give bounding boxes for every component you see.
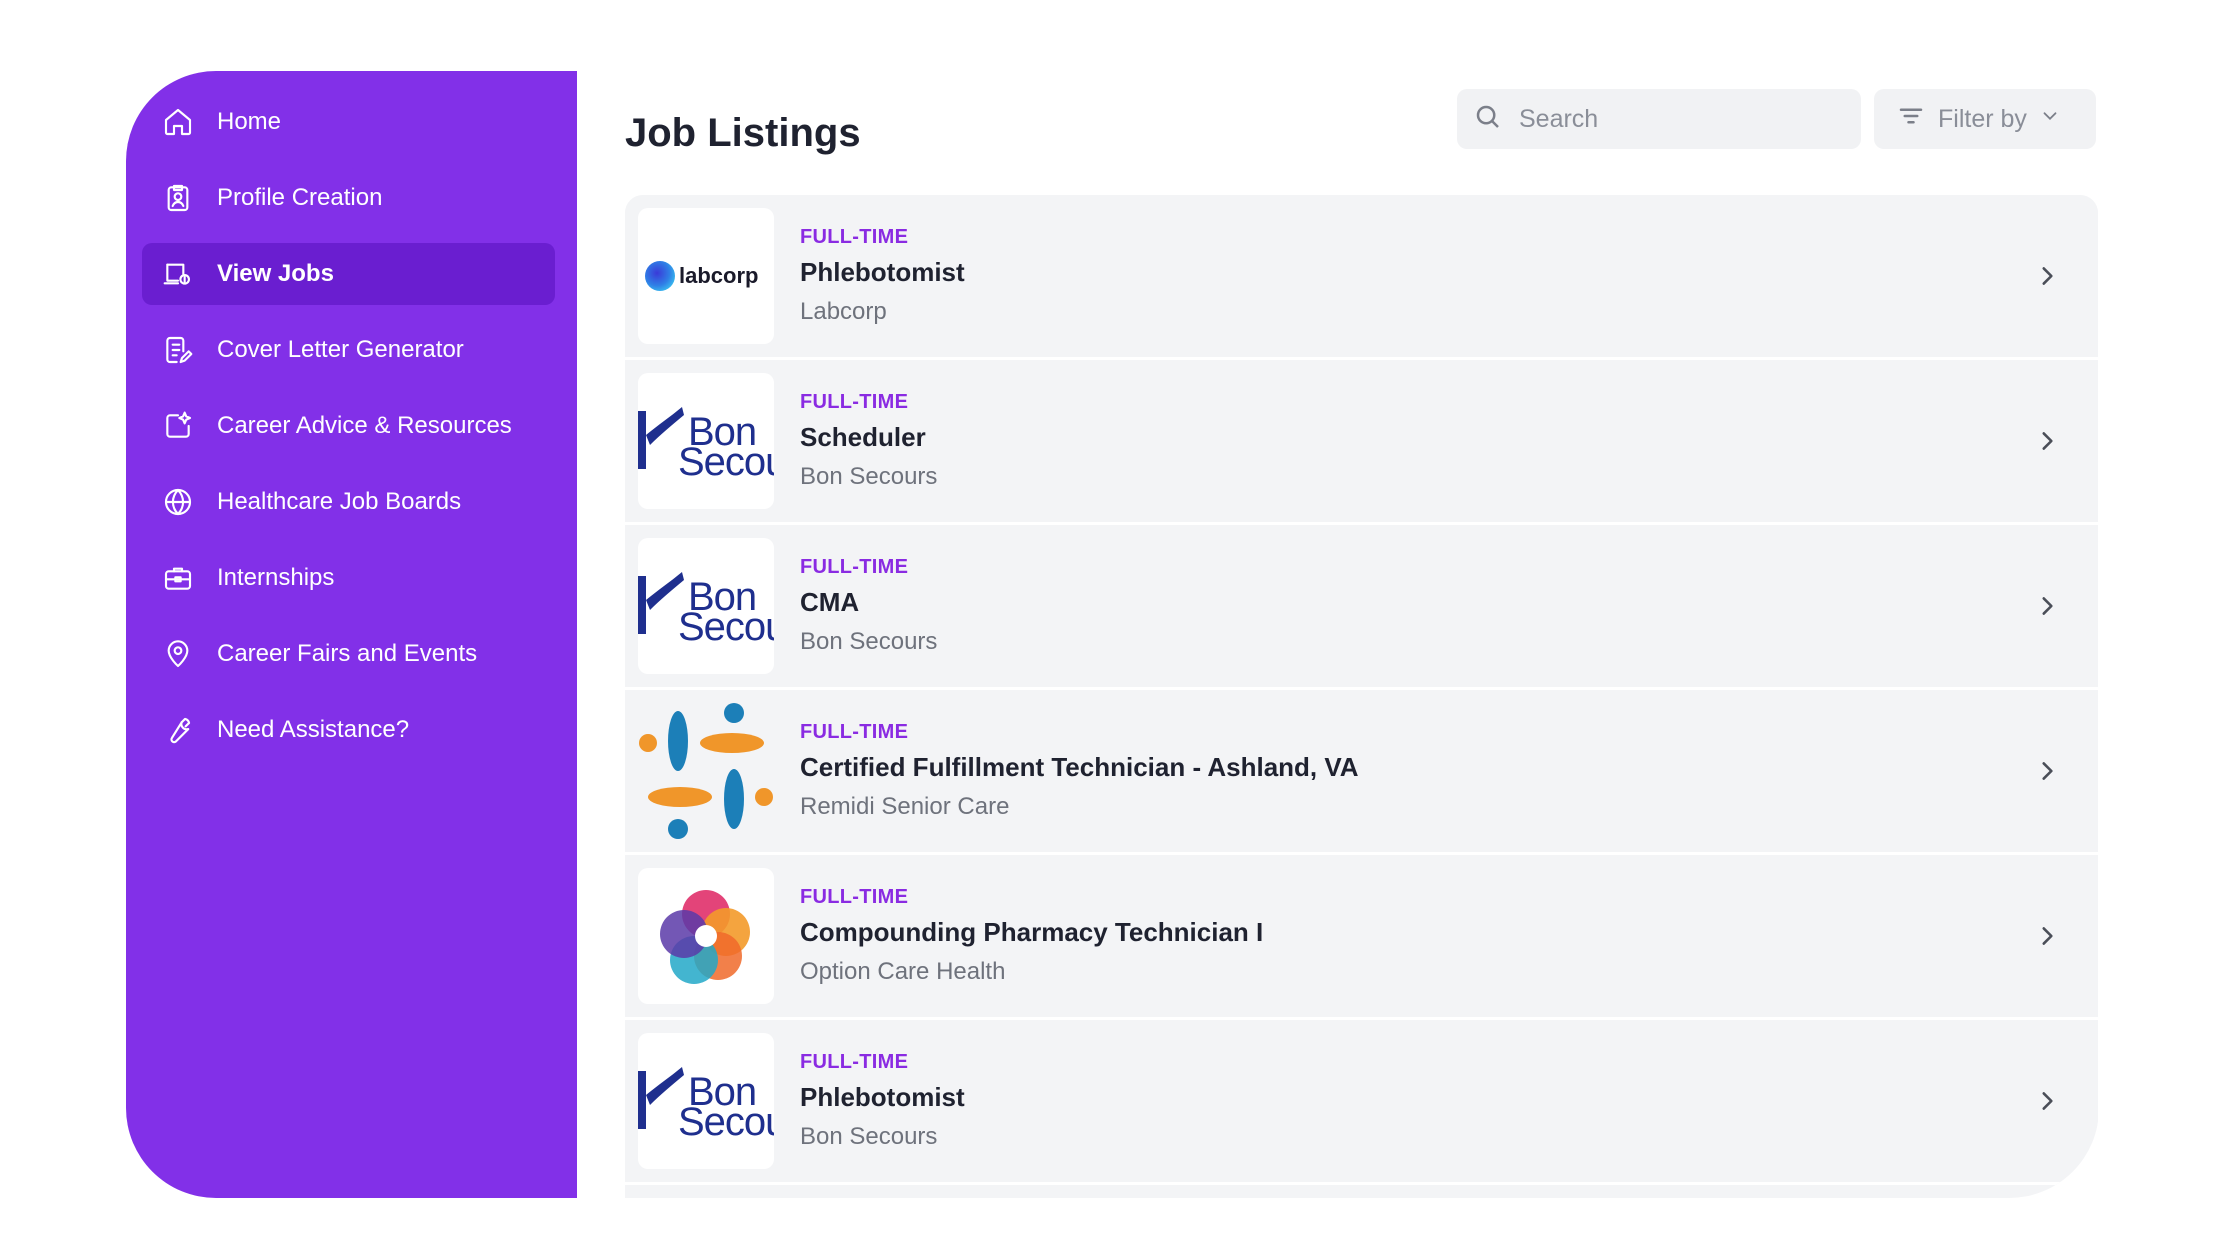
search-input[interactable] xyxy=(1519,104,1839,134)
svg-text:Secou: Secou xyxy=(678,440,774,484)
sidebar-item-label: Cover Letter Generator xyxy=(217,336,464,363)
filter-dropdown[interactable]: Filter by xyxy=(1874,89,2096,149)
svg-text:Secou: Secou xyxy=(678,1100,774,1144)
sparkle-share-icon xyxy=(162,410,194,442)
sidebar-item-label: Career Fairs and Events xyxy=(217,640,478,667)
sidebar-item-home[interactable]: Home xyxy=(142,91,555,153)
job-title: Compounding Pharmacy Technician I xyxy=(800,917,1264,947)
sidebar-item-label: Need Assistance? xyxy=(217,716,410,743)
company-logo: labcorp xyxy=(638,208,774,344)
company-logo: Bon Secou xyxy=(638,373,774,509)
job-type: FULL-TIME xyxy=(800,886,909,908)
bon-secours-logo: Bon Secou xyxy=(638,1067,774,1144)
chevron-right-icon[interactable] xyxy=(2034,428,2060,454)
filter-icon xyxy=(1896,101,1926,138)
page-title: Job Listings xyxy=(625,110,861,155)
job-title: CMA xyxy=(800,587,860,617)
sidebar-item-view-jobs[interactable]: View Jobs xyxy=(142,243,555,305)
job-row[interactable]: labcorp FULL-TIME Phlebotomist Labcorp xyxy=(625,195,2098,360)
job-list: labcorp FULL-TIME Phlebotomist Labcorp B… xyxy=(625,195,2098,1185)
job-type: FULL-TIME xyxy=(800,391,909,413)
briefcase-icon xyxy=(162,562,194,594)
sidebar-item-career-fairs[interactable]: Career Fairs and Events xyxy=(142,623,555,685)
company-name: Option Care Health xyxy=(800,958,1006,985)
sidebar: Home Profile Creation View Jobs Cover Le… xyxy=(126,71,577,1198)
job-row[interactable]: Bon Secou FULL-TIME Scheduler Bon Secour… xyxy=(625,360,2098,525)
company-logo: Bon Secou xyxy=(638,1033,774,1169)
bon-secours-logo: Bon Secou xyxy=(638,407,774,484)
job-row[interactable]: Bon Secou FULL-TIME Phlebotomist Bon Sec… xyxy=(625,1020,2098,1185)
job-info: FULL-TIME Scheduler Bon Secours xyxy=(800,391,937,491)
chevron-right-icon[interactable] xyxy=(2034,923,2060,949)
sidebar-item-label: Career Advice & Resources xyxy=(217,412,512,439)
chevron-right-icon[interactable] xyxy=(2034,263,2060,289)
job-info: FULL-TIME Compounding Pharmacy Technicia… xyxy=(800,886,1263,986)
option-care-logo xyxy=(660,890,750,984)
chevron-right-icon[interactable] xyxy=(2034,593,2060,619)
sidebar-item-career-advice[interactable]: Career Advice & Resources xyxy=(142,395,555,457)
chevron-right-icon[interactable] xyxy=(2034,1088,2060,1114)
job-type: FULL-TIME xyxy=(800,1051,909,1073)
search-box[interactable] xyxy=(1457,89,1861,149)
globe-icon xyxy=(162,486,194,518)
chevron-down-icon xyxy=(2039,105,2061,134)
job-row[interactable]: FULL-TIME Compounding Pharmacy Technicia… xyxy=(625,855,2098,1020)
job-row[interactable]: FULL-TIME Certified Fulfillment Technici… xyxy=(625,690,2098,855)
app-frame: Home Profile Creation View Jobs Cover Le… xyxy=(126,71,2099,1198)
job-info: FULL-TIME Phlebotomist Labcorp xyxy=(800,226,965,326)
job-row[interactable]: Bon Secou FULL-TIME CMA Bon Secours xyxy=(625,525,2098,690)
company-logo: Bon Secou xyxy=(638,538,774,674)
job-search-icon xyxy=(162,258,194,290)
job-info: FULL-TIME Phlebotomist Bon Secours xyxy=(800,1051,965,1151)
filter-label: Filter by xyxy=(1938,104,2027,133)
job-title: Scheduler xyxy=(800,422,926,452)
search-icon xyxy=(1473,102,1503,137)
sidebar-item-profile-creation[interactable]: Profile Creation xyxy=(142,167,555,229)
job-type: FULL-TIME xyxy=(800,226,909,248)
svg-text:labcorp: labcorp xyxy=(679,263,758,288)
main-content: Job Listings Filter by xyxy=(577,71,2099,1198)
wrench-icon xyxy=(162,714,194,746)
labcorp-logo: labcorp xyxy=(645,261,758,291)
sidebar-item-label: Healthcare Job Boards xyxy=(217,488,462,515)
remidi-logo xyxy=(639,703,773,839)
job-info: FULL-TIME CMA Bon Secours xyxy=(800,556,937,656)
sidebar-item-label: View Jobs xyxy=(217,260,334,287)
company-name: Remidi Senior Care xyxy=(800,793,1010,820)
job-type: FULL-TIME xyxy=(800,556,909,578)
job-info: FULL-TIME Certified Fulfillment Technici… xyxy=(800,721,1359,821)
sidebar-item-label: Profile Creation xyxy=(217,184,383,211)
home-icon xyxy=(162,106,194,138)
job-title: Phlebotomist xyxy=(800,1082,965,1112)
svg-text:Secou: Secou xyxy=(678,605,774,649)
company-logo xyxy=(638,868,774,1004)
document-edit-icon xyxy=(162,334,194,366)
company-name: Labcorp xyxy=(800,298,887,325)
sidebar-item-label: Internships xyxy=(217,564,335,591)
job-title: Certified Fulfillment Technician - Ashla… xyxy=(800,752,1359,782)
sidebar-item-cover-letter-generator[interactable]: Cover Letter Generator xyxy=(142,319,555,381)
list-continuation xyxy=(625,1185,2098,1198)
job-title: Phlebotomist xyxy=(800,257,965,287)
company-name: Bon Secours xyxy=(800,1123,938,1150)
page-header: Job Listings Filter by xyxy=(625,71,2099,195)
bon-secours-logo: Bon Secou xyxy=(638,572,774,649)
chevron-right-icon[interactable] xyxy=(2034,758,2060,784)
sidebar-item-label: Home xyxy=(217,108,282,135)
company-name: Bon Secours xyxy=(800,628,938,655)
company-name: Bon Secours xyxy=(800,463,938,490)
location-pin-icon xyxy=(162,638,194,670)
company-logo xyxy=(638,703,774,839)
sidebar-item-healthcare-job-boards[interactable]: Healthcare Job Boards xyxy=(142,471,555,533)
sidebar-item-need-assistance[interactable]: Need Assistance? xyxy=(142,699,555,761)
sidebar-item-internships[interactable]: Internships xyxy=(142,547,555,609)
job-type: FULL-TIME xyxy=(800,721,909,743)
profile-badge-icon xyxy=(162,182,194,214)
